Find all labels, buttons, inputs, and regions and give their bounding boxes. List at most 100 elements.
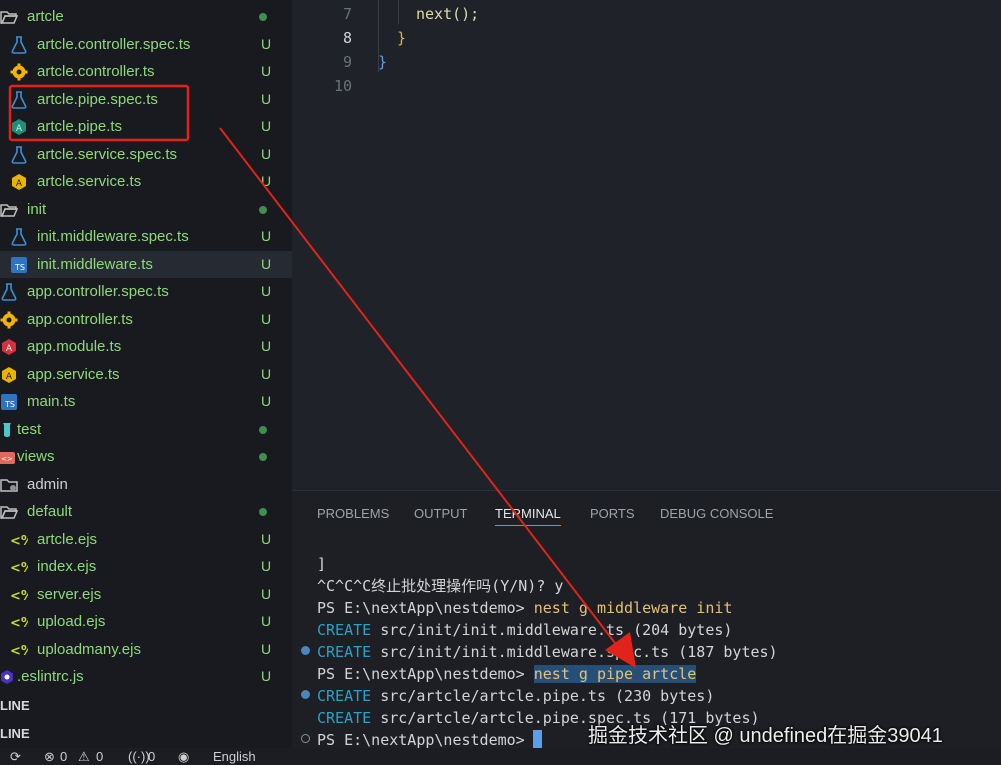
untracked-status: U [261,146,272,162]
tab-problems[interactable]: PROBLEMS [317,503,389,525]
terminal-line: ^C^C^C终止批处理操作吗(Y/N)? y [317,577,564,595]
command-decoration-icon[interactable] [301,734,310,743]
explorer-file[interactable]: TS init.middleware.ts U [0,251,292,278]
explorer-file[interactable]: init.middleware.spec.ts U [0,223,292,250]
tab-debug-console[interactable]: DEBUG CONSOLE [660,503,773,525]
create-keyword: CREATE [317,687,372,705]
explorer-folder[interactable]: <> views [0,443,292,470]
indent-guide [398,0,399,24]
create-keyword: CREATE [317,621,372,639]
explorer-folder[interactable]: admin [0,471,292,498]
code-editor[interactable]: 7 next(); 8} 9} 10 [292,0,1001,490]
untracked-status: U [261,63,272,79]
svg-text:A: A [16,179,23,189]
modified-dot-icon [259,13,267,21]
explorer-file[interactable]: Aapp.service.ts U [0,361,292,388]
svg-text:<>: <> [1,455,13,463]
command-decoration-icon[interactable] [301,690,310,699]
tab-output[interactable]: OUTPUT [414,503,467,525]
broadcast-icon[interactable]: ((·)) [128,749,150,765]
terminal-output: src/init/init.middleware.ts (204 bytes) [371,621,733,639]
flask-icon [0,283,18,301]
untracked-status: U [261,228,272,244]
explorer-item-label: main.ts [27,393,76,410]
untracked-status: U [261,256,272,272]
explorer-folder[interactable]: init [0,196,292,223]
gear-icon [10,63,28,81]
explorer-folder[interactable]: default [0,498,292,525]
explorer-item-label: upload.ejs [37,613,106,630]
untracked-status: U [261,311,272,327]
explorer-file[interactable]: <% upload.ejs U [0,608,292,635]
code-line: } [378,53,388,71]
bottom-panel: PROBLEMS OUTPUT TERMINAL PORTS DEBUG CON… [292,490,1001,750]
test-folder-icon [0,421,16,439]
explorer-file[interactable]: <% uploadmany.ejs U [0,636,292,663]
explorer-item-label: default [27,503,73,520]
terminal-command-highlighted: nest g pipe artcle [533,665,697,683]
explorer-file[interactable]: artcle.pipe.spec.ts U [0,86,292,113]
terminal-line: PS E:\nextApp\nestdemo> nest g pipe artc… [317,663,697,685]
terminal-prompt: PS E:\nextApp\nestdemo> [317,665,534,683]
explorer-file[interactable]: app.controller.ts U [0,306,292,333]
eslint-icon [0,668,16,686]
explorer-file[interactable]: TS main.ts U [0,388,292,415]
untracked-status: U [261,338,272,354]
explorer-item-label: uploadmany.ejs [37,641,141,658]
service-icon: A [10,173,28,191]
explorer-file[interactable]: artcle.controller.spec.ts U [0,31,292,58]
explorer-file[interactable]: artcle.service.spec.ts U [0,141,292,168]
untracked-status: U [261,118,272,134]
modified-dot-icon [259,508,267,516]
warning-icon[interactable]: ⚠ [78,749,90,765]
gear-icon [0,311,18,329]
explorer-item-label: app.controller.ts [27,311,133,328]
explorer-folder[interactable]: artcle [0,3,292,30]
outline-section-header[interactable]: LINE [0,692,60,719]
flask-icon [10,228,28,246]
svg-text:<%: <% [10,534,28,547]
svg-text:A: A [6,372,13,382]
error-icon[interactable]: ⊗ [44,749,55,765]
explorer-file[interactable]: .eslintrc.js U [0,663,292,690]
explorer-file[interactable]: Aartcle.service.ts U [0,168,292,195]
explorer-file[interactable]: app.controller.spec.ts U [0,278,292,305]
error-count[interactable]: 0 [60,749,67,765]
eye-icon[interactable]: ◉ [178,749,189,765]
svg-text:A: A [6,344,13,354]
tab-terminal[interactable]: TERMINAL [495,503,561,526]
terminal-line: CREATE src/init/init.middleware.spec.ts … [317,641,778,663]
modified-dot-icon [259,206,267,214]
terminal-prompt: PS E:\nextApp\nestdemo> [317,599,534,617]
folder-open-icon [0,503,18,521]
explorer-file[interactable]: <% server.ejs U [0,581,292,608]
svg-text:<%: <% [10,616,28,629]
sync-icon[interactable]: ⟳ [10,749,21,765]
terminal-line: ] [317,555,327,573]
terminal-command: nest g middleware init [533,599,733,617]
ejs-icon: <% [10,586,28,604]
explorer-file[interactable]: <% index.ejs U [0,553,292,580]
create-keyword: CREATE [317,709,372,727]
untracked-status: U [261,641,272,657]
timeline-section-header[interactable]: LINE [0,720,60,747]
explorer-file[interactable]: <% artcle.ejs U [0,526,292,553]
views-folder-icon: <> [0,448,16,466]
flask-icon [10,36,28,54]
explorer-item-label: test [17,421,42,438]
ports-count[interactable]: 0 [148,749,155,765]
explorer-folder[interactable]: test [0,416,292,443]
explorer-item-label: artcle.controller.spec.ts [37,36,191,53]
explorer-file[interactable]: artcle.controller.ts U [0,58,292,85]
explorer-item-label: artcle.pipe.ts [37,118,123,135]
explorer-file[interactable]: Aartcle.pipe.ts U [0,113,292,140]
language-indicator[interactable]: English [213,749,256,765]
explorer-file[interactable]: Aapp.module.ts U [0,333,292,360]
explorer-item-label: server.ejs [37,586,102,603]
tab-ports[interactable]: PORTS [590,503,635,525]
modified-dot-icon [259,453,267,461]
warning-count[interactable]: 0 [96,749,103,765]
service-icon: A [0,366,18,384]
command-decoration-icon[interactable] [301,646,310,655]
explorer-item-label: artcle.controller.ts [37,63,155,80]
